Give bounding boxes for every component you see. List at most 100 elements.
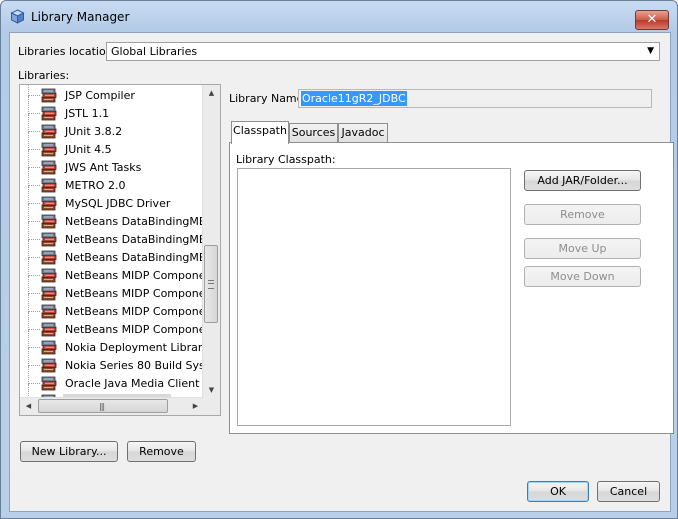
tree-item[interactable]: NetBeans MIDP Components [20, 276, 220, 303]
tree-item[interactable]: JSP Compiler [20, 85, 206, 105]
tree-item[interactable]: JWS Ant Tasks [20, 150, 206, 177]
library-name-field[interactable]: Oracle11gR2_JDBC [298, 89, 652, 108]
tree-line [28, 257, 40, 258]
tree-item[interactable]: MySQL JDBC Driver [20, 186, 206, 213]
dialog-content: Libraries location: Global Libraries ▼ L… [9, 32, 674, 512]
tree-line [28, 168, 29, 186]
library-classpath-label: Library Classpath: [236, 153, 336, 166]
tree-line [28, 149, 40, 150]
library-books-icon [41, 250, 57, 265]
tab-classpath[interactable]: Classpath [231, 121, 289, 144]
library-books-icon [41, 196, 57, 211]
tree-item[interactable]: NetBeans DataBindingME SVG [20, 240, 220, 267]
libraries-location-combo[interactable]: Global Libraries ▼ [106, 42, 660, 61]
library-name-value: Oracle11gR2_JDBC [301, 91, 407, 106]
tree-line [28, 185, 40, 186]
window-title: Library Manager [31, 10, 130, 24]
title-bar[interactable]: Library Manager ✕ [1, 1, 677, 31]
tree-line [28, 258, 29, 276]
remove-classpath-button[interactable]: Remove [524, 204, 641, 225]
tree-item[interactable]: JUnit 3.8.2 [20, 114, 206, 141]
tree-item-label: JUnit 3.8.2 [65, 125, 123, 138]
tree-line [28, 113, 40, 114]
library-books-icon [41, 160, 57, 175]
tree-item[interactable]: NetBeans MIDP Components [20, 258, 220, 285]
move-up-button[interactable]: Move Up [524, 238, 641, 259]
scroll-down-arrow-icon[interactable]: ▼ [203, 382, 220, 399]
tree-line [28, 95, 40, 96]
tree-item[interactable]: METRO 2.0 [20, 168, 206, 195]
add-jar-folder-button[interactable]: Add JAR/Folder... [524, 170, 641, 191]
new-library-button[interactable]: New Library... [20, 441, 118, 462]
library-books-icon [41, 358, 57, 373]
tree-line [28, 239, 40, 240]
cancel-button[interactable]: Cancel [597, 481, 660, 502]
scroll-up-arrow-icon[interactable]: ▲ [203, 85, 220, 102]
library-books-icon [41, 142, 57, 157]
tree-line [28, 276, 29, 294]
tree-item[interactable]: JUnit 4.5 [20, 132, 206, 159]
library-books-icon [41, 322, 57, 337]
tree-line [28, 132, 29, 150]
tree-item[interactable]: NetBeans DataBindingME PIM [20, 222, 220, 249]
tree-item[interactable]: NetBeans MIDP Components [20, 312, 220, 339]
tree-line [28, 240, 29, 258]
library-books-icon [41, 106, 57, 121]
library-books-icon [41, 124, 57, 139]
tree-line [28, 312, 29, 330]
grip-icon [208, 280, 214, 289]
tree-line [28, 383, 40, 384]
tree-item[interactable]: Nokia Deployment Library [20, 330, 209, 357]
scroll-right-arrow-icon[interactable]: ▶ [187, 398, 204, 415]
tree-line [28, 275, 40, 276]
scroll-corner [203, 398, 220, 415]
tree-item-label: NetBeans MIDP Components [65, 269, 221, 282]
tree-item-label: NetBeans DataBindingME SVG [65, 251, 221, 264]
tree-item-label: Nokia Series 80 Build System [65, 359, 221, 372]
libraries-tree[interactable]: JSP Compiler JSTL 1.1 JUnit 3.8.2 JUnit 4.5… [19, 84, 221, 416]
tree-line [28, 221, 40, 222]
tree-item-label: Nokia Deployment Library [65, 341, 209, 354]
tree-line [28, 329, 40, 330]
tree-line [28, 348, 29, 366]
tree-line [28, 347, 40, 348]
horizontal-scrollbar[interactable]: ◀ ||| ▶ [20, 397, 204, 415]
scroll-left-arrow-icon[interactable]: ◀ [20, 398, 37, 415]
remove-library-button[interactable]: Remove [127, 441, 196, 462]
tree-item-label: NetBeans MIDP Components [65, 287, 221, 300]
tree-line [28, 150, 29, 168]
vertical-scroll-thumb[interactable] [204, 245, 218, 323]
tree-item[interactable]: Oracle Java Media Client Build [20, 366, 220, 393]
tree-line [28, 294, 29, 312]
tab-javadoc[interactable]: Javadoc [338, 123, 388, 143]
tree-item-label: JUnit 4.5 [65, 143, 112, 156]
library-books-icon [41, 268, 57, 283]
classpath-list[interactable] [237, 168, 511, 426]
tab-sources[interactable]: Sources [289, 123, 338, 143]
move-down-button[interactable]: Move Down [524, 266, 641, 287]
library-name-label: Library Name: [229, 92, 308, 105]
library-books-icon [41, 376, 57, 391]
cube-icon [10, 9, 25, 24]
library-books-icon [41, 340, 57, 355]
tree-line [28, 203, 40, 204]
close-button[interactable]: ✕ [635, 10, 669, 30]
libraries-location-value: Global Libraries [111, 45, 198, 58]
tree-item-label: NetBeans DataBindingME [65, 215, 206, 228]
tree-line [28, 366, 29, 384]
tree-item[interactable]: JSTL 1.1 [20, 96, 206, 123]
horizontal-scroll-thumb[interactable]: ||| [38, 399, 168, 413]
tree-item[interactable]: Nokia Series 80 Build System [20, 348, 220, 375]
tree-item-label: NetBeans MIDP Components [65, 305, 221, 318]
tree-item[interactable]: NetBeans MIDP Components [20, 294, 220, 321]
ok-button[interactable]: OK [527, 481, 589, 502]
classpath-panel: Library Classpath: Add JAR/Folder... Rem… [229, 142, 674, 434]
vertical-scrollbar[interactable]: ▲ ▼ [202, 85, 220, 399]
close-icon: ✕ [646, 12, 658, 27]
tree-item-label: MySQL JDBC Driver [65, 197, 171, 210]
tree-item-label: Oracle Java Media Client Build [65, 377, 221, 390]
library-books-icon [41, 232, 57, 247]
tree-item[interactable]: NetBeans DataBindingME [20, 204, 206, 231]
chevron-down-icon[interactable]: ▼ [647, 46, 654, 56]
library-books-icon [41, 88, 57, 103]
